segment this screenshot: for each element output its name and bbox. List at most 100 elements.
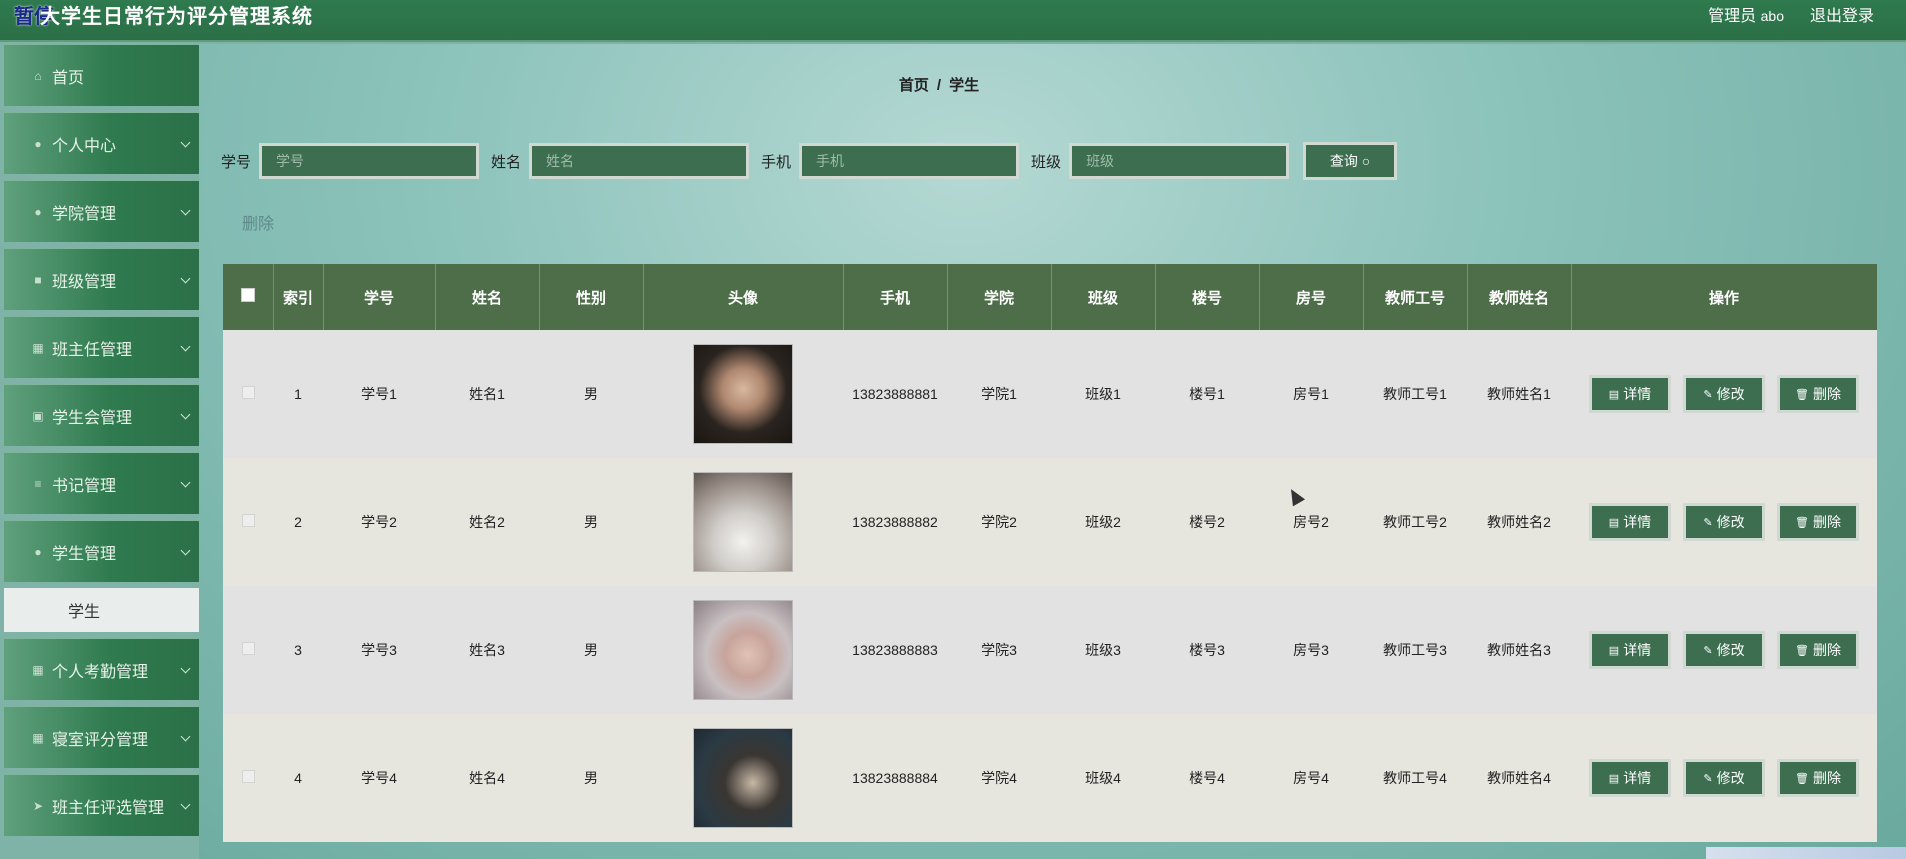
edit-icon: ✎ (1703, 772, 1713, 785)
detail-button[interactable]: ▤ 详情 (1589, 759, 1671, 797)
admin-user[interactable]: 管理员 abo (1708, 2, 1784, 26)
cell-name: 姓名2 (435, 458, 539, 586)
admin-label: 管理员 (1708, 8, 1757, 25)
select-all-checkbox[interactable] (240, 288, 255, 302)
column-header: 班级 (1051, 264, 1156, 330)
header-select-all[interactable] (223, 264, 274, 330)
detail-button[interactable]: ▤ 详情 (1589, 631, 1671, 669)
delete-button[interactable]: 🗑 删除 (1777, 375, 1859, 413)
cell-room: 房号2 (1259, 458, 1363, 586)
table-header: 索引 学号 姓名 性别 头像 手机 学院 班级 楼号 房号 教师工号 教师姓名 操作 (223, 264, 1877, 330)
sidebar-item[interactable]: ➤ 班主任评选管理 (4, 774, 199, 836)
cell-index: 2 (273, 458, 323, 586)
search-input[interactable] (529, 143, 750, 179)
bulk-delete-button[interactable]: 删除 (242, 210, 274, 234)
sidebar-item[interactable]: ▦ 班主任管理 (4, 316, 199, 378)
search-icon: ○ (1357, 153, 1371, 169)
sidebar: ⌂ 首页 ● 个人中心 ● 学院管理 ■ 班级管理 ▦ 班主任管理 ▣ 学生会管理 ≡ 书记管理 ● 学生管理… (4, 44, 199, 859)
delete-button[interactable]: 🗑 删除 (1777, 759, 1859, 797)
cell-college: 学院4 (947, 714, 1051, 842)
delete-button[interactable]: 🗑 删除 (1777, 631, 1859, 669)
cell-building: 楼号3 (1155, 586, 1259, 714)
row-actions: ▤ 详情 ✎ 修改 🗑 删除 (1571, 631, 1877, 669)
delete-button-label: 删除 (1812, 514, 1841, 530)
edit-button-label: 修改 (1716, 514, 1745, 530)
edit-button[interactable]: ✎ 修改 (1683, 631, 1765, 669)
sidebar-item[interactable]: ● 学院管理 (4, 180, 199, 242)
cell-class: 班级3 (1051, 586, 1155, 714)
sidebar-item[interactable]: ● 个人中心 (4, 112, 199, 174)
sidebar-item-label: 首页 (52, 69, 85, 87)
table-row: 4 学号4 姓名4 男 13823888884 学院4 班级4 楼号4 房号4 教师工号4 教师姓名… (223, 714, 1877, 842)
trash-icon: 🗑 (1795, 388, 1809, 401)
students-table: 索引 学号 姓名 性别 头像 手机 学院 班级 楼号 房号 教师工号 教师姓名 操作 1 学号1 姓名1 男 1… (223, 264, 1877, 842)
cell-ops: ▤ 详情 ✎ 修改 🗑 删除 (1571, 458, 1877, 586)
search-form: 学号 姓名 手机 班级 查询 ○ (221, 142, 1398, 180)
cell-ops: ▤ 详情 ✎ 修改 🗑 删除 (1571, 586, 1877, 714)
sidebar-item[interactable]: ■ 班级管理 (4, 248, 199, 310)
cell-phone: 13823888882 (843, 458, 947, 586)
search-input[interactable] (259, 143, 480, 179)
sidebar-item[interactable]: ⌂ 首页 (4, 44, 199, 106)
sidebar-item-label: 班主任评选管理 (52, 799, 165, 817)
cell-class: 班级2 (1051, 458, 1155, 586)
app-title: 大学生日常行为评分管理系统 (40, 6, 313, 28)
detail-button[interactable]: ▤ 详情 (1589, 503, 1671, 541)
row-checkbox[interactable] (241, 386, 255, 399)
cell-tname: 教师姓名3 (1467, 586, 1571, 714)
cell-gender: 男 (539, 330, 643, 458)
delete-button-label: 删除 (1812, 770, 1841, 786)
chevron-down-icon (180, 409, 191, 420)
detail-button[interactable]: ▤ 详情 (1589, 375, 1671, 413)
sidebar-item[interactable]: ▣ 学生会管理 (4, 384, 199, 446)
cell-name: 姓名4 (435, 714, 539, 842)
row-checkbox[interactable] (241, 514, 255, 527)
row-select-cell (223, 330, 273, 458)
query-label: 查询 (1329, 153, 1358, 169)
row-checkbox[interactable] (241, 642, 255, 655)
table-row: 1 学号1 姓名1 男 13823888881 学院1 班级1 楼号1 房号1 教师工号1 教师姓名… (223, 330, 1877, 458)
cell-name: 姓名3 (435, 586, 539, 714)
cell-sid: 学号2 (323, 458, 435, 586)
column-header: 房号 (1259, 264, 1364, 330)
column-header: 操作 (1571, 264, 1877, 330)
sidebar-item[interactable]: ▦ 个人考勤管理 (4, 638, 199, 700)
column-header: 学号 (323, 264, 436, 330)
edit-button[interactable]: ✎ 修改 (1683, 375, 1765, 413)
cell-gender: 男 (539, 714, 643, 842)
cell-ops: ▤ 详情 ✎ 修改 🗑 删除 (1571, 714, 1877, 842)
cell-room: 房号3 (1259, 586, 1363, 714)
trash-icon: 🗑 (1795, 644, 1809, 657)
column-header: 索引 (273, 264, 324, 330)
chevron-down-icon (180, 477, 191, 488)
students-table-wrap: 索引 学号 姓名 性别 头像 手机 学院 班级 楼号 房号 教师工号 教师姓名 操作 1 学号1 姓名1 男 1… (223, 264, 1877, 859)
cell-sid: 学号3 (323, 586, 435, 714)
header-user-area: 管理员 abo 退出登录 (1708, 2, 1874, 26)
chevron-down-icon (180, 663, 191, 674)
sidebar-item[interactable]: ● 学生管理 (4, 520, 199, 582)
search-input[interactable] (1069, 143, 1290, 179)
edit-icon: ✎ (1703, 644, 1713, 657)
sidebar-subitem-student[interactable]: 学生 (4, 588, 199, 632)
edit-button[interactable]: ✎ 修改 (1683, 759, 1765, 797)
row-checkbox[interactable] (241, 770, 255, 783)
chevron-down-icon (180, 545, 191, 556)
column-header: 教师工号 (1363, 264, 1468, 330)
edit-button[interactable]: ✎ 修改 (1683, 503, 1765, 541)
search-input[interactable] (799, 143, 1020, 179)
cell-gender: 男 (539, 586, 643, 714)
query-button[interactable]: 查询 ○ (1303, 142, 1398, 180)
grid-icon: ▦ (32, 730, 44, 745)
chevron-down-icon (180, 731, 191, 742)
cell-index: 3 (273, 586, 323, 714)
search-label: 手机 (761, 153, 792, 171)
row-actions: ▤ 详情 ✎ 修改 🗑 删除 (1571, 503, 1877, 541)
delete-button[interactable]: 🗑 删除 (1777, 503, 1859, 541)
delete-button-label: 删除 (1812, 386, 1841, 402)
cell-room: 房号4 (1259, 714, 1363, 842)
sidebar-item[interactable]: ≡ 书记管理 (4, 452, 199, 514)
breadcrumb-home[interactable]: 首页 (899, 77, 929, 94)
logout-link[interactable]: 退出登录 (1810, 2, 1874, 26)
sidebar-item[interactable]: ▦ 寝室评分管理 (4, 706, 199, 768)
table-row: 2 学号2 姓名2 男 13823888882 学院2 班级2 楼号2 房号2 教师工号2 教师姓名… (223, 458, 1877, 586)
